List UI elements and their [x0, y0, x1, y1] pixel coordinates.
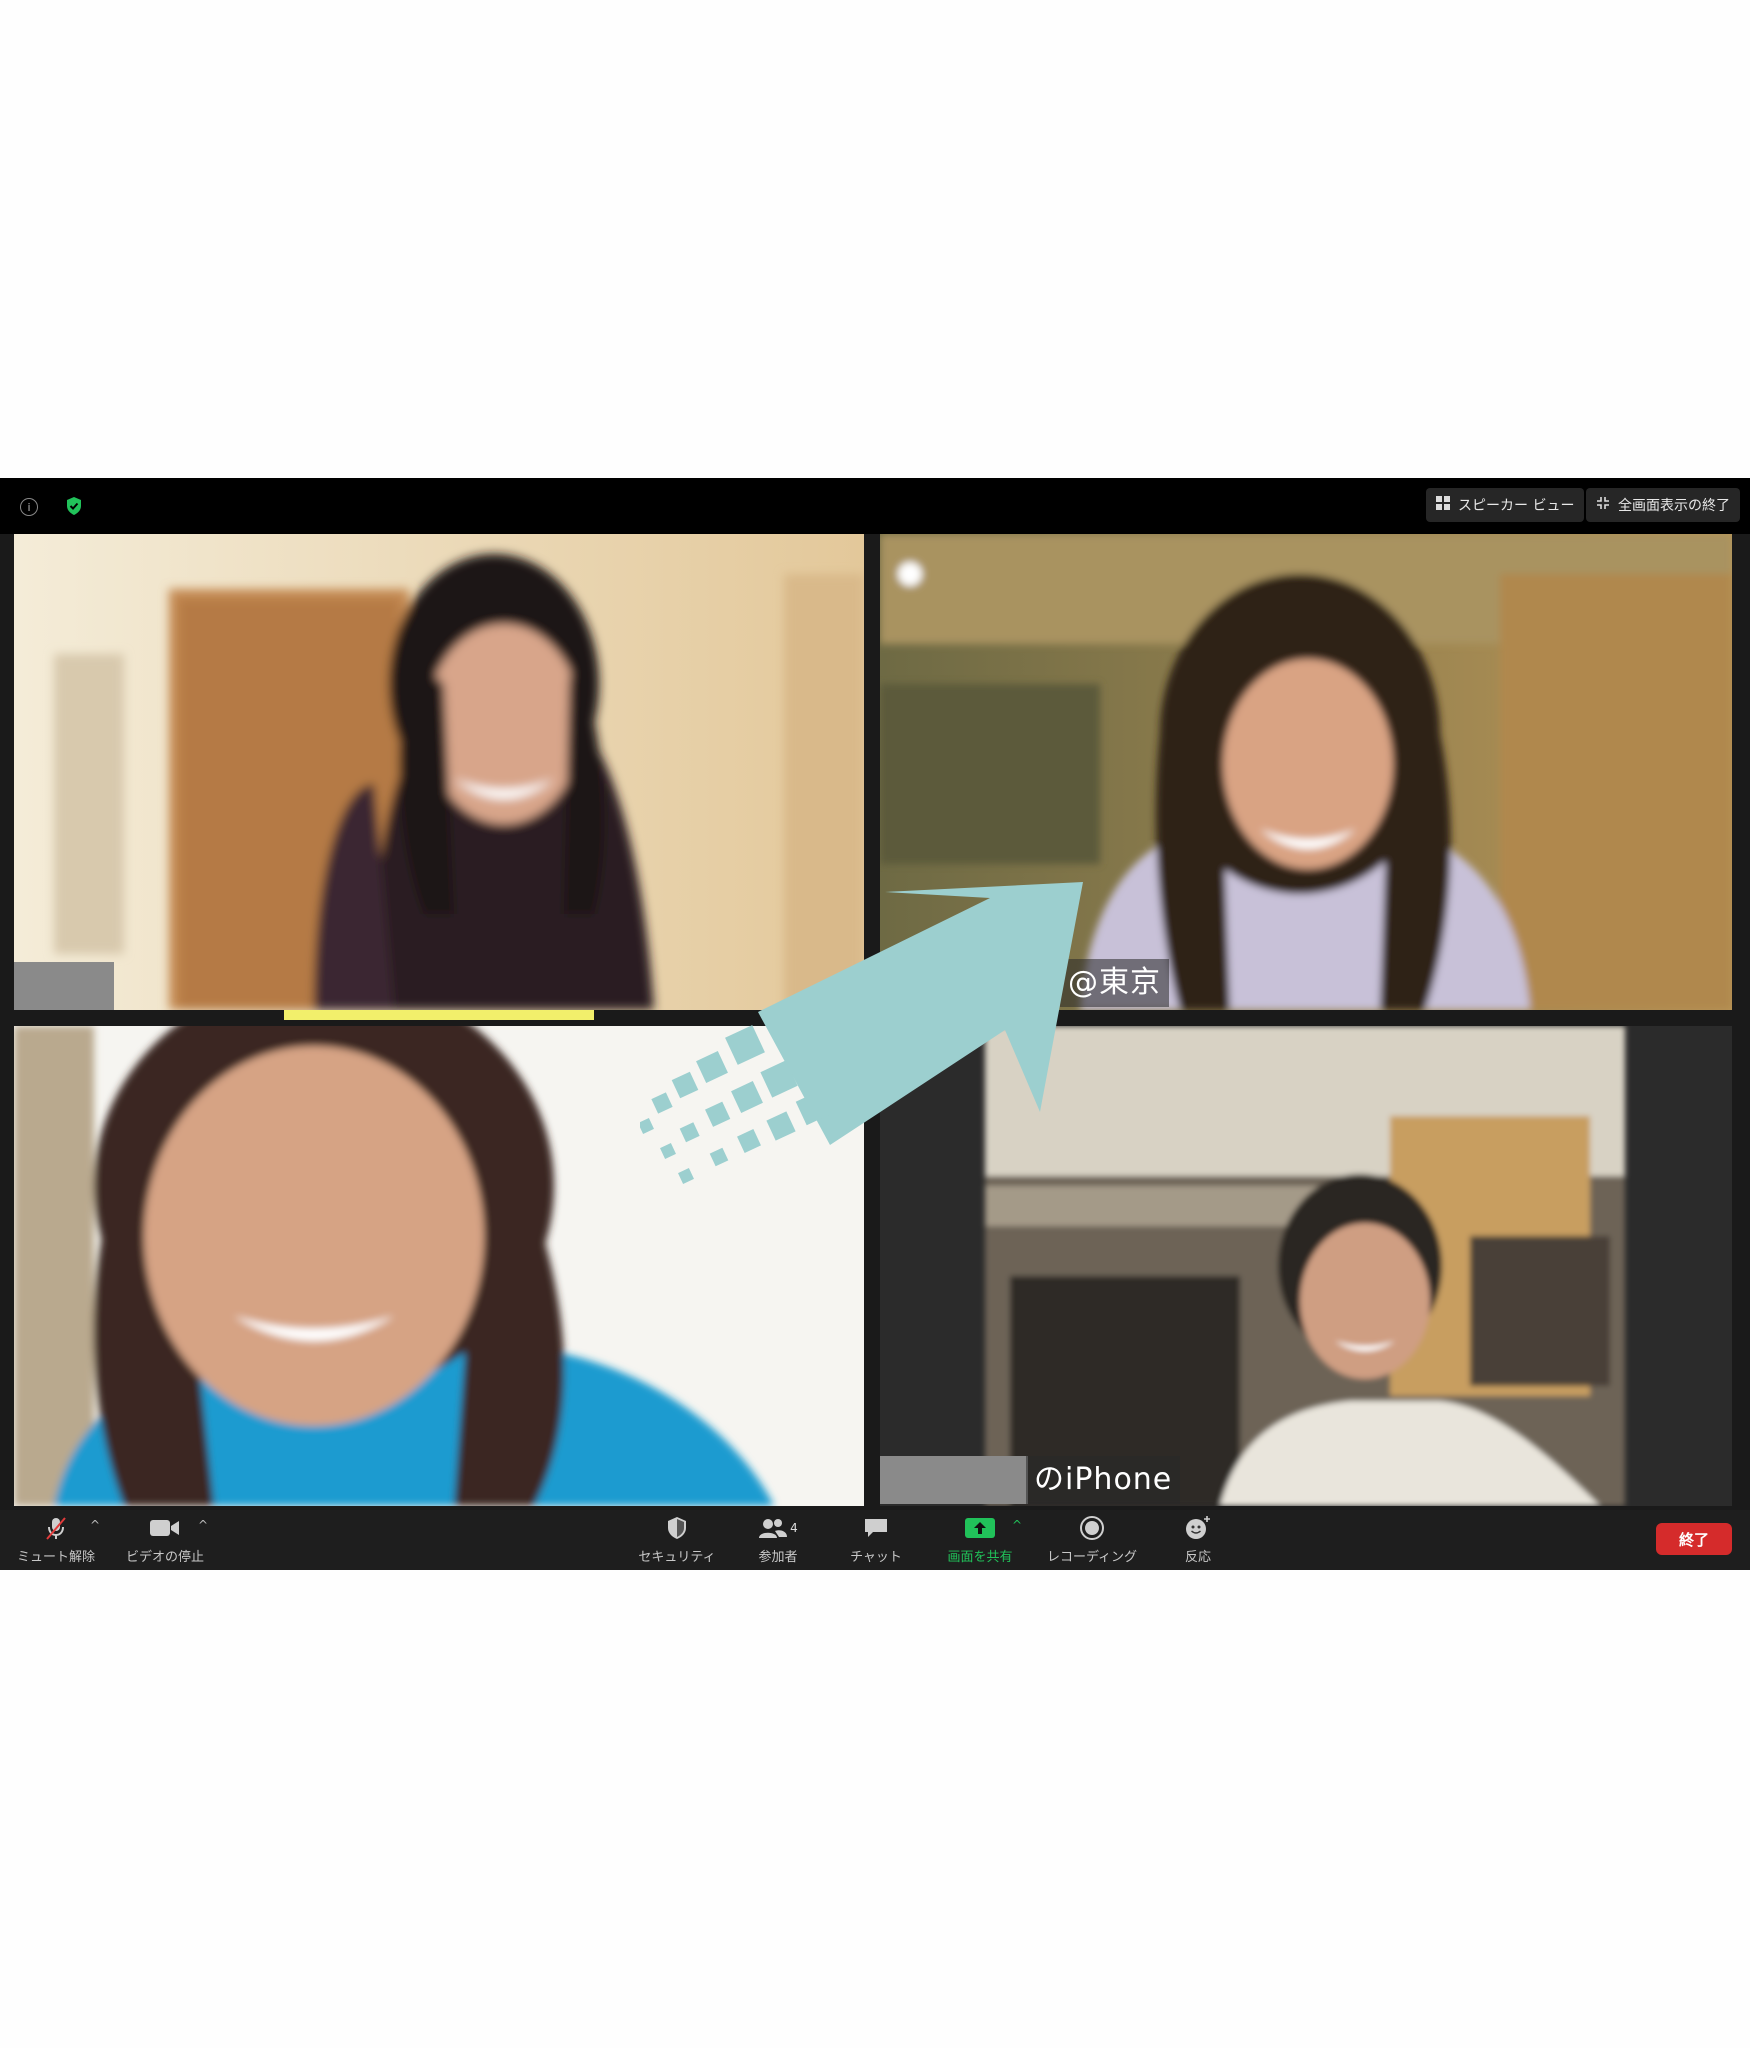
chat-bubble-icon: [838, 1514, 914, 1542]
share-screen-button[interactable]: 画面を共有: [940, 1514, 1020, 1565]
audio-options-caret[interactable]: ^: [90, 1518, 100, 1532]
share-screen-icon: [940, 1514, 1020, 1542]
stop-video-label: ビデオの停止: [125, 1550, 204, 1565]
name-label-redacted: [880, 1456, 1028, 1504]
grid-icon: [1436, 496, 1450, 514]
unmute-label: ミュート解除: [16, 1550, 95, 1565]
video-camera-icon: [122, 1514, 208, 1542]
record-label: レコーディング: [1046, 1550, 1138, 1565]
share-options-caret[interactable]: ^: [1012, 1518, 1022, 1532]
end-meeting-button[interactable]: 終了: [1656, 1523, 1732, 1555]
chat-label: チャット: [850, 1550, 902, 1565]
security-button[interactable]: セキュリティ: [632, 1514, 722, 1565]
speaker-view-button[interactable]: スピーカー ビュー: [1426, 488, 1585, 522]
meeting-toolbar: ミュート解除 ^ ビデオの停止 ^ セキュリティ 4 参加者 チャット 画面を共…: [0, 1510, 1750, 1570]
reactions-label: 反応: [1184, 1550, 1211, 1565]
exit-fullscreen-button[interactable]: 全画面表示の終了: [1586, 488, 1740, 522]
participant-name-label: のiPhone: [1026, 1456, 1181, 1504]
video-options-caret[interactable]: ^: [198, 1518, 208, 1532]
record-button[interactable]: レコーディング: [1042, 1514, 1142, 1565]
decorative-arrow-graphic: [640, 882, 1083, 1184]
active-speaker-indicator: [284, 1010, 594, 1020]
meeting-top-bar: i スピーカー ビュー 全画面表示の終了: [0, 478, 1750, 534]
reactions-button[interactable]: 反応: [1168, 1514, 1228, 1565]
stop-video-button[interactable]: ビデオの停止: [122, 1514, 208, 1565]
info-icon[interactable]: i: [20, 498, 38, 516]
participants-button[interactable]: 4 参加者: [740, 1514, 816, 1565]
name-label-redacted: [14, 962, 114, 1010]
record-icon: [1042, 1514, 1142, 1542]
exit-fullscreen-label: 全画面表示の終了: [1618, 498, 1730, 514]
emoji-plus-icon: [1168, 1514, 1228, 1542]
security-label: セキュリティ: [638, 1550, 716, 1565]
exit-fullscreen-icon: [1596, 496, 1610, 514]
shield-icon: [632, 1514, 722, 1542]
unmute-button[interactable]: ミュート解除: [14, 1514, 98, 1565]
chat-button[interactable]: チャット: [838, 1514, 914, 1565]
share-screen-label: 画面を共有: [947, 1550, 1013, 1565]
shield-check-icon[interactable]: [60, 492, 88, 520]
participants-icon: 4: [740, 1514, 816, 1542]
speaker-view-label: スピーカー ビュー: [1458, 498, 1575, 514]
muted-microphone-icon: [14, 1514, 98, 1542]
participants-label: 参加者: [758, 1550, 798, 1565]
participants-count: 4: [790, 1521, 798, 1535]
